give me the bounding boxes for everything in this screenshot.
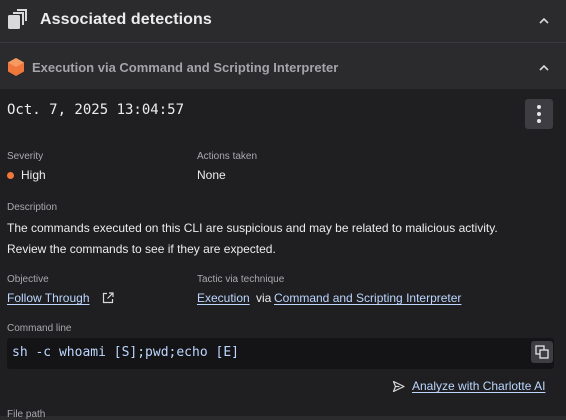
kebab-dot — [537, 112, 541, 116]
chevron-up-icon[interactable] — [537, 14, 551, 28]
objective-link[interactable]: Follow Through — [7, 291, 90, 305]
objective-label: Objective — [7, 274, 49, 285]
command-line-label: Command line — [7, 323, 72, 334]
analyze-label: Analyze with Charlotte AI — [412, 379, 546, 393]
severity-label: Severity — [7, 151, 44, 162]
actions-taken-label: Actions taken — [197, 151, 258, 162]
external-link-icon[interactable] — [102, 292, 114, 304]
description-line: The commands executed on this CLI are su… — [7, 221, 498, 235]
tactic-link[interactable]: Execution — [197, 291, 250, 305]
actions-taken-value: None — [197, 168, 226, 182]
tactic-label: Tactic via technique — [197, 274, 285, 285]
detection-title: Execution via Command and Scripting Inte… — [32, 60, 339, 75]
technique-link[interactable]: Command and Scripting Interpreter — [274, 291, 461, 305]
detection-header[interactable]: Execution via Command and Scripting Inte… — [0, 48, 566, 88]
chevron-up-icon[interactable] — [537, 61, 551, 75]
kebab-dot — [537, 105, 541, 109]
file-path-label: File path — [7, 409, 46, 420]
description-text: The commands executed on this CLI are su… — [7, 218, 557, 260]
copy-icon — [535, 345, 549, 359]
associated-detections-header[interactable]: Associated detections — [0, 0, 566, 43]
send-icon — [392, 380, 405, 393]
kebab-dot — [537, 119, 541, 123]
hexagon-icon — [8, 58, 24, 76]
stack-icon — [8, 9, 27, 29]
severity-value: High — [21, 168, 46, 182]
more-options-button[interactable] — [525, 99, 553, 129]
detection-details: Oct. 7, 2025 13:04:57 Severity High Acti… — [0, 89, 566, 420]
description-label: Description — [7, 202, 58, 213]
severity-dot — [7, 172, 14, 179]
command-line-text[interactable]: sh -c whoami [S];pwd;echo [E] — [12, 345, 239, 360]
command-line-box[interactable]: sh -c whoami [S];pwd;echo [E] — [7, 338, 554, 369]
description-line: Review the commands to see if they are e… — [7, 242, 276, 256]
panel-title: Associated detections — [40, 11, 212, 28]
detection-timestamp: Oct. 7, 2025 13:04:57 — [7, 102, 185, 118]
via-text: via — [256, 291, 272, 305]
copy-button[interactable] — [531, 341, 553, 363]
